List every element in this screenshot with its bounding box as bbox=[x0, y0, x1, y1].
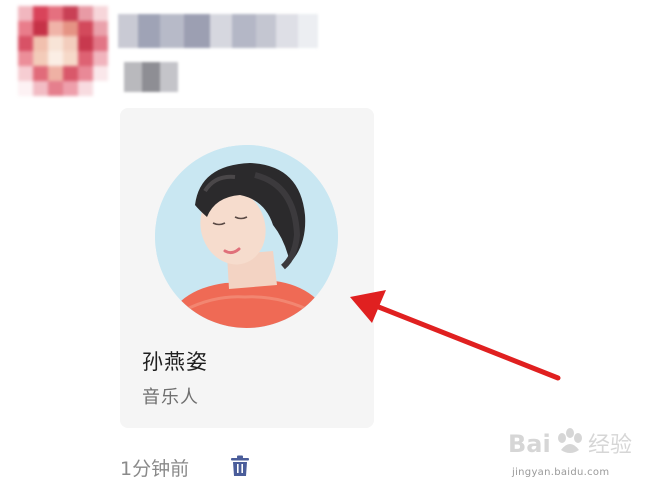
artist-name: 孙燕姿 bbox=[142, 350, 208, 374]
sender-meta-redacted bbox=[124, 62, 178, 92]
svg-text:经验: 经验 bbox=[588, 433, 632, 458]
message-timestamp: 1分钟前 bbox=[120, 458, 190, 480]
trash-icon[interactable] bbox=[228, 454, 252, 478]
chat-screen: 孙燕姿 音乐人 1分钟前 Bai 经验 jingyan.baidu.com bbox=[0, 0, 665, 489]
sender-name-redacted bbox=[118, 14, 318, 48]
watermark-url: jingyan.baidu.com bbox=[512, 467, 610, 478]
artist-portrait-image bbox=[155, 145, 338, 328]
artist-avatar bbox=[155, 145, 338, 328]
shared-profile-card[interactable]: 孙燕姿 音乐人 bbox=[120, 108, 374, 428]
svg-text:Bai: Bai bbox=[508, 430, 551, 458]
artist-role: 音乐人 bbox=[142, 387, 199, 408]
sender-avatar[interactable] bbox=[18, 6, 108, 96]
